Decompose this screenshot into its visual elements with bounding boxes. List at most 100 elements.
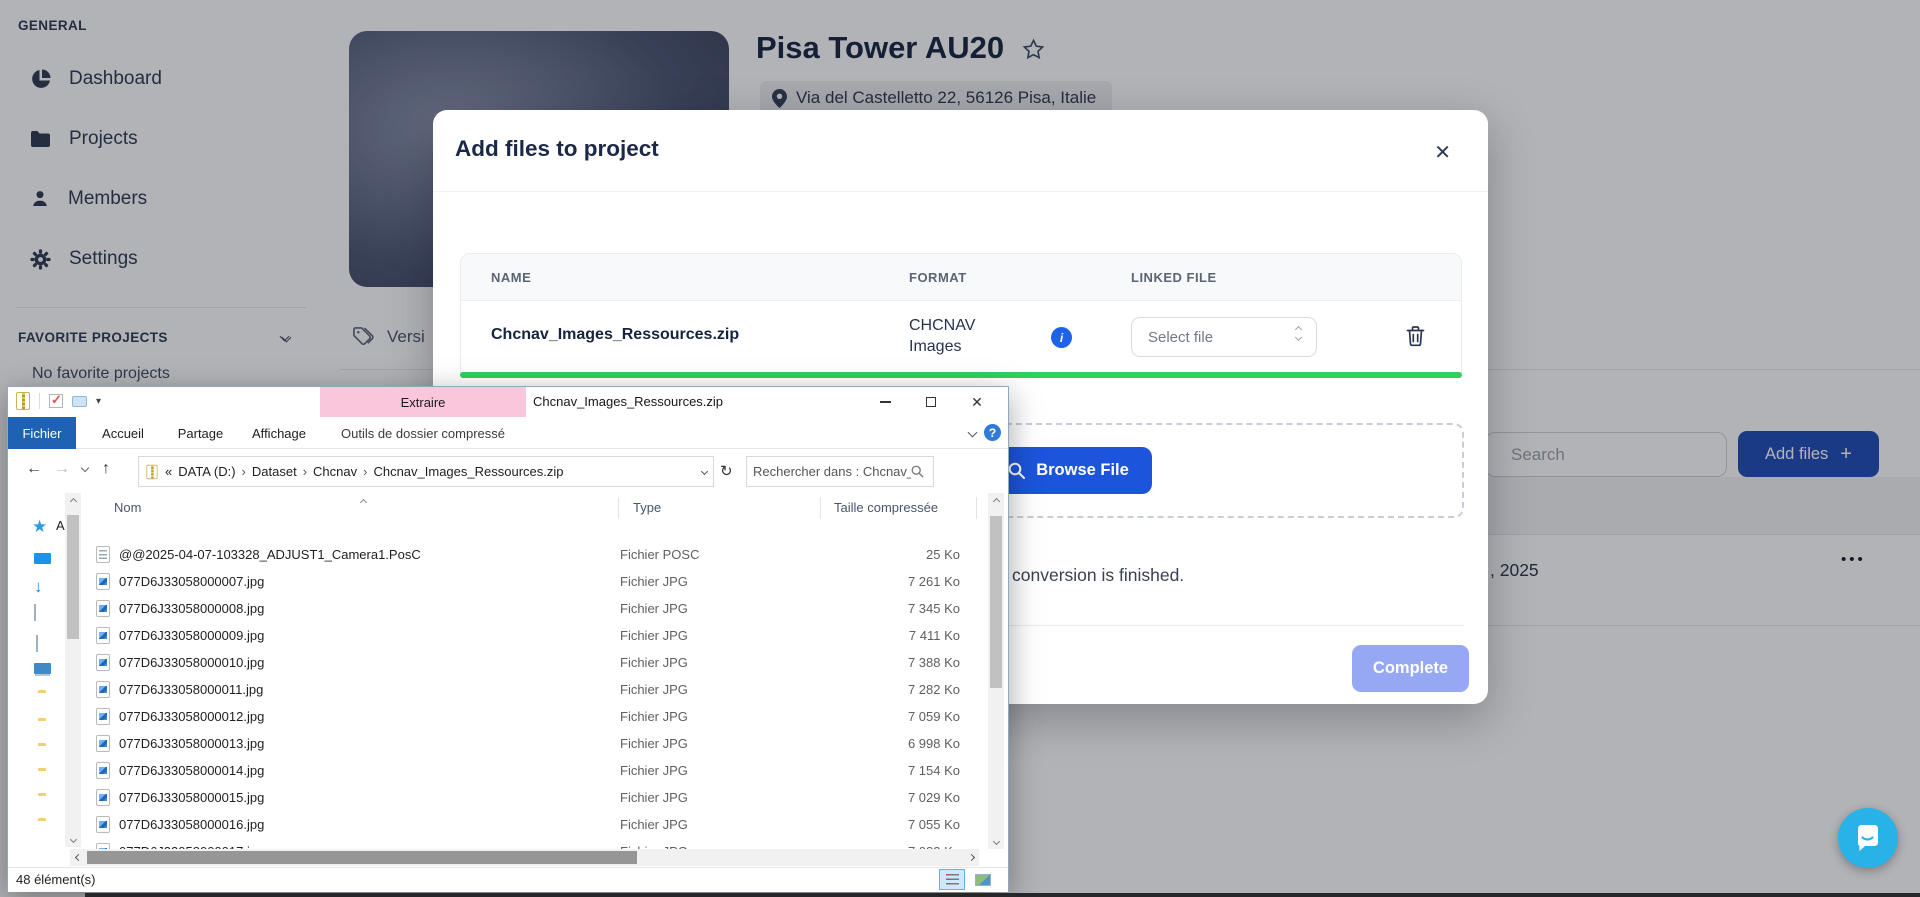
file-size: 7 282 Ko bbox=[818, 682, 960, 697]
file-row[interactable]: 077D6J33058000008.jpg Fichier JPG 7 345 … bbox=[96, 595, 977, 622]
quick-access-toolbar: ▾ bbox=[16, 392, 101, 410]
this-pc-icon[interactable] bbox=[34, 663, 51, 674]
tab-accueil[interactable]: Accueil bbox=[92, 417, 154, 449]
help-icon[interactable]: ? bbox=[984, 424, 1001, 441]
thumbnails-view-icon bbox=[975, 874, 991, 886]
new-folder-icon[interactable] bbox=[72, 396, 87, 407]
file-type: Fichier JPG bbox=[620, 601, 818, 616]
file-size: 7 055 Ko bbox=[818, 817, 960, 832]
quick-access-star-icon[interactable]: ★ bbox=[32, 517, 47, 537]
up-icon[interactable]: ↑ bbox=[102, 461, 110, 477]
file-row[interactable]: 077D6J33058000014.jpg Fichier JPG 7 154 … bbox=[96, 757, 977, 784]
scroll-up-icon[interactable] bbox=[65, 493, 81, 509]
file-name: 077D6J33058000013.jpg bbox=[110, 736, 620, 751]
address-bar[interactable]: « DATA (D:) › Dataset › Chcnav › Chcnav_… bbox=[138, 456, 714, 487]
file-row[interactable]: @@2025-04-07-103328_ADJUST1_Camera1.PosC… bbox=[96, 541, 977, 568]
details-view-button[interactable] bbox=[939, 869, 965, 890]
tab-affichage[interactable]: Affichage bbox=[245, 417, 313, 449]
close-button[interactable]: ✕ bbox=[954, 387, 1000, 417]
documents-icon[interactable] bbox=[34, 604, 36, 621]
explorer-window-title: Chcnav_Images_Ressources.zip bbox=[533, 394, 723, 409]
nav-pane-scrollbar[interactable] bbox=[65, 493, 81, 847]
explorer-search-input[interactable] bbox=[753, 464, 911, 479]
browse-file-button[interactable]: Browse File bbox=[985, 447, 1152, 494]
file-row[interactable]: 077D6J33058000016.jpg Fichier JPG 7 055 … bbox=[96, 811, 977, 838]
recent-locations-icon[interactable] bbox=[81, 464, 89, 472]
file-type: Fichier JPG bbox=[620, 817, 818, 832]
breadcrumb-data-d[interactable]: DATA (D:) bbox=[178, 464, 235, 479]
modal-title: Add files to project bbox=[455, 136, 659, 162]
file-row[interactable]: 077D6J33058000010.jpg Fichier JPG 7 388 … bbox=[96, 649, 977, 676]
column-nom[interactable]: Nom bbox=[114, 500, 141, 515]
tab-outils-dossier-compresse[interactable]: Outils de dossier compressé bbox=[320, 417, 526, 449]
scrollbar-thumb[interactable] bbox=[87, 851, 637, 864]
file-name: 077D6J33058000009.jpg bbox=[110, 628, 620, 643]
pictures-icon[interactable] bbox=[36, 635, 38, 652]
file-row[interactable]: 077D6J33058000015.jpg Fichier JPG 7 029 … bbox=[96, 784, 977, 811]
explorer-title-bar[interactable]: ▾ Extraire Chcnav_Images_Ressources.zip … bbox=[8, 387, 1008, 417]
scroll-down-icon[interactable] bbox=[988, 833, 1004, 849]
bottom-edge-strip bbox=[85, 893, 1920, 897]
trash-icon[interactable] bbox=[1406, 326, 1425, 347]
file-name: 077D6J33058000011.jpg bbox=[110, 682, 620, 697]
file-row[interactable]: 077D6J33058000011.jpg Fichier JPG 7 282 … bbox=[96, 676, 977, 703]
file-size: 7 059 Ko bbox=[818, 709, 960, 724]
chat-launcher-button[interactable] bbox=[1838, 808, 1898, 868]
scroll-right-icon[interactable] bbox=[963, 849, 979, 866]
downloads-icon[interactable]: ↓ bbox=[34, 578, 43, 595]
maximize-button[interactable] bbox=[908, 387, 954, 417]
details-view-icon bbox=[946, 874, 959, 885]
scroll-up-icon[interactable] bbox=[988, 493, 1004, 509]
desktop-icon[interactable] bbox=[34, 553, 51, 564]
column-type[interactable]: Type bbox=[633, 500, 661, 515]
file-list-scrollbar[interactable] bbox=[988, 493, 1004, 849]
file-size: 7 411 Ko bbox=[818, 628, 960, 643]
file-row[interactable]: 077D6J33058000013.jpg Fichier JPG 6 998 … bbox=[96, 730, 977, 757]
column-header-format: FORMAT bbox=[909, 270, 967, 285]
breadcrumb-dataset[interactable]: Dataset bbox=[252, 464, 297, 479]
explorer-file-list: @@2025-04-07-103328_ADJUST1_Camera1.PosC… bbox=[96, 541, 977, 853]
scrollbar-thumb[interactable] bbox=[67, 515, 79, 639]
file-name: 077D6J33058000014.jpg bbox=[110, 763, 620, 778]
file-row[interactable]: 077D6J33058000009.jpg Fichier JPG 7 411 … bbox=[96, 622, 977, 649]
search-icon bbox=[911, 465, 924, 478]
file-icon bbox=[96, 627, 110, 644]
back-icon[interactable]: ← bbox=[26, 461, 42, 477]
properties-check-icon[interactable] bbox=[49, 394, 63, 408]
breadcrumb-separator: › bbox=[363, 464, 367, 479]
file-type: Fichier JPG bbox=[620, 790, 818, 805]
address-dropdown-icon[interactable] bbox=[701, 468, 708, 475]
minimize-button[interactable] bbox=[862, 387, 908, 417]
explorer-search-box[interactable] bbox=[746, 456, 934, 487]
expand-ribbon-icon[interactable] bbox=[968, 428, 978, 438]
thumbnails-view-button[interactable] bbox=[970, 869, 996, 890]
horizontal-scrollbar[interactable] bbox=[70, 849, 979, 866]
zip-file-icon bbox=[16, 392, 30, 410]
explorer-status-bar: 48 élément(s) bbox=[8, 867, 1008, 892]
file-row[interactable]: 077D6J33058000012.jpg Fichier JPG 7 059 … bbox=[96, 703, 977, 730]
column-header-name: NAME bbox=[491, 270, 531, 285]
file-name: 077D6J33058000012.jpg bbox=[110, 709, 620, 724]
breadcrumb-chcnav[interactable]: Chcnav bbox=[313, 464, 357, 479]
linked-file-select[interactable]: Select file bbox=[1131, 317, 1317, 357]
file-row[interactable]: 077D6J33058000007.jpg Fichier JPG 7 261 … bbox=[96, 568, 977, 595]
column-taille[interactable]: Taille compressée bbox=[834, 500, 938, 515]
complete-button[interactable]: Complete bbox=[1352, 645, 1469, 692]
toolbar-caret-icon[interactable]: ▾ bbox=[96, 396, 101, 407]
file-icon bbox=[96, 681, 110, 698]
file-name: 077D6J33058000010.jpg bbox=[110, 655, 620, 670]
tab-fichier[interactable]: Fichier bbox=[8, 417, 76, 449]
forward-icon[interactable]: → bbox=[54, 461, 70, 477]
refresh-icon[interactable]: ↻ bbox=[720, 462, 733, 480]
extract-contextual-header[interactable]: Extraire bbox=[320, 387, 526, 417]
scrollbar-thumb[interactable] bbox=[990, 516, 1002, 688]
info-icon[interactable]: i bbox=[1051, 327, 1072, 348]
tab-partage[interactable]: Partage bbox=[167, 417, 234, 449]
file-icon bbox=[96, 789, 110, 806]
sort-ascending-icon bbox=[361, 493, 366, 508]
breadcrumb-zip[interactable]: Chcnav_Images_Ressources.zip bbox=[373, 464, 563, 479]
scroll-down-icon[interactable] bbox=[65, 831, 81, 847]
file-explorer-window: ▾ Extraire Chcnav_Images_Ressources.zip … bbox=[7, 386, 1009, 892]
close-icon[interactable]: ✕ bbox=[1434, 143, 1451, 163]
scroll-left-icon[interactable] bbox=[70, 849, 86, 866]
